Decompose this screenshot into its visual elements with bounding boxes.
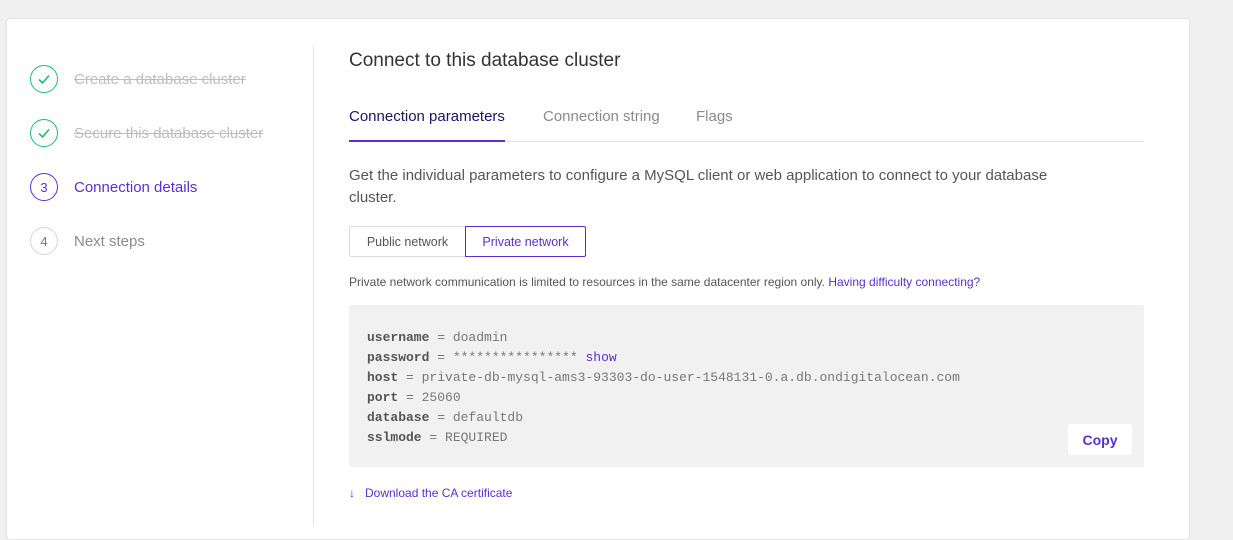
param-key: database xyxy=(367,410,430,425)
page-title: Connect to this database cluster xyxy=(349,50,621,71)
param-key: password xyxy=(367,350,430,365)
param-separator: = xyxy=(429,330,453,345)
description: Get the individual parameters to configu… xyxy=(349,167,1048,206)
step-number: 4 xyxy=(30,227,58,255)
step-number: 3 xyxy=(30,173,58,201)
connection-params-box: username = doadmin password = **********… xyxy=(349,305,1144,467)
param-value: private-db-mysql-ams3-93303-do-user-1548… xyxy=(421,370,960,385)
check-icon xyxy=(30,65,58,93)
step-next-steps[interactable]: 4 Next steps xyxy=(30,226,145,256)
download-label: Download the CA certificate xyxy=(365,486,513,500)
param-value: doadmin xyxy=(452,330,508,345)
param-port: port = 25060 xyxy=(367,388,960,408)
download-icon: ↓ xyxy=(349,486,355,500)
tab-connection-parameters[interactable]: Connection parameters xyxy=(349,107,505,142)
param-value: REQUIRED xyxy=(445,430,508,445)
tab-connection-string[interactable]: Connection string xyxy=(543,107,660,141)
network-note: Private network communication is limited… xyxy=(349,275,980,289)
param-username: username = doadmin xyxy=(367,328,960,348)
params-list: username = doadmin password = **********… xyxy=(367,328,960,448)
param-database: database = defaultdb xyxy=(367,408,960,428)
step-label: Secure this database cluster xyxy=(74,124,264,142)
param-separator: = xyxy=(429,350,453,365)
param-value: **************** xyxy=(452,350,578,365)
step-label: Create a database cluster xyxy=(74,70,246,88)
param-separator: = xyxy=(398,370,422,385)
param-separator: = xyxy=(429,410,453,425)
network-note-text: Private network communication is limited… xyxy=(349,275,825,289)
tab-bar: Connection parameters Connection string … xyxy=(349,107,1144,142)
param-separator: = xyxy=(421,430,446,445)
check-icon xyxy=(30,119,58,147)
tab-flags[interactable]: Flags xyxy=(696,107,733,141)
private-network-button[interactable]: Private network xyxy=(465,226,586,257)
step-connection-details[interactable]: 3 Connection details xyxy=(30,172,197,202)
step-create-cluster[interactable]: Create a database cluster xyxy=(30,64,246,94)
download-ca-link[interactable]: ↓ Download the CA certificate xyxy=(349,486,512,500)
param-separator: = xyxy=(398,390,422,405)
sidebar-divider xyxy=(313,46,314,526)
param-key: port xyxy=(367,390,399,405)
param-sslmode: sslmode = REQUIRED xyxy=(367,428,960,448)
step-label: Connection details xyxy=(74,178,198,196)
param-value: defaultdb xyxy=(452,410,524,425)
show-password-link[interactable]: show xyxy=(585,350,616,365)
param-value: 25060 xyxy=(421,390,461,405)
copy-button[interactable]: Copy xyxy=(1068,424,1132,455)
step-label: Next steps xyxy=(74,232,145,250)
public-network-button[interactable]: Public network xyxy=(349,226,465,257)
help-link[interactable]: Having difficulty connecting? xyxy=(828,275,980,289)
step-secure-cluster[interactable]: Secure this database cluster xyxy=(30,118,263,148)
param-key: username xyxy=(367,330,430,345)
param-key: host xyxy=(367,370,399,385)
param-host: host = private-db-mysql-ams3-93303-do-us… xyxy=(367,368,960,388)
param-key: sslmode xyxy=(367,430,422,445)
param-password: password = **************** show xyxy=(367,348,960,368)
